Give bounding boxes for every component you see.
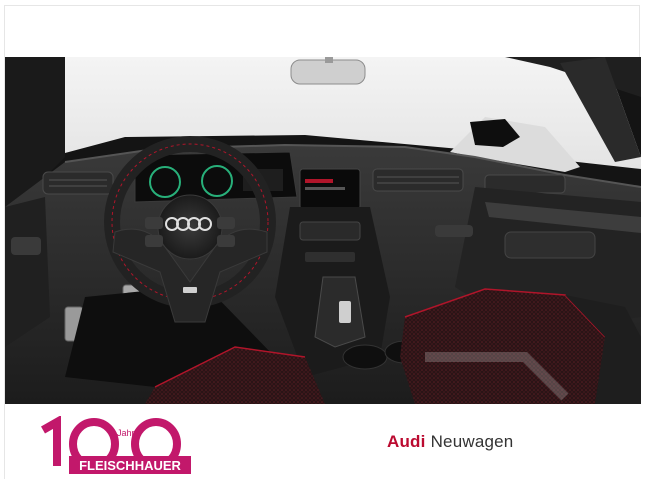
logo-banner-text: FLEISCHHAUER bbox=[79, 458, 181, 473]
vehicle-category: Neuwagen bbox=[430, 432, 514, 451]
brand-name: Audi bbox=[387, 432, 426, 451]
logo-jahre-text: Jahre bbox=[117, 428, 140, 438]
fleischhauer-anniversary-logo: Jahre FLEISCHHAUER bbox=[39, 415, 194, 480]
vehicle-interior-photo[interactable] bbox=[5, 57, 641, 404]
interior-illustration bbox=[5, 57, 641, 404]
dealer-category-line: Audi Neuwagen bbox=[387, 432, 513, 452]
